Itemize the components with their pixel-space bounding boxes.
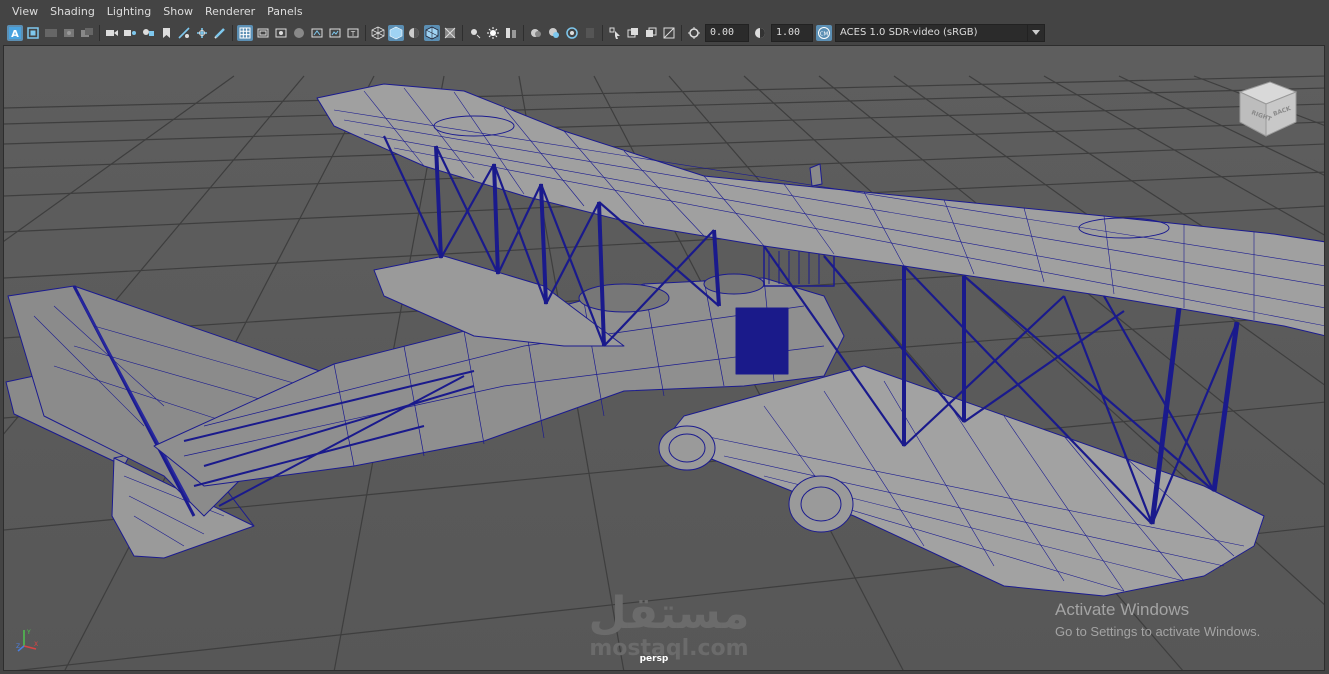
toolbar-separator (462, 25, 463, 41)
antialiasing-icon[interactable] (546, 25, 562, 41)
smooth-shade-icon[interactable] (388, 25, 404, 41)
x-axis-label: X (34, 641, 38, 648)
wireframe-on-shaded-icon[interactable] (424, 25, 440, 41)
pan-zoom-icon[interactable] (176, 25, 192, 41)
view-transform-value: ACES 1.0 SDR-video (sRGB) (840, 27, 978, 38)
svg-text:A: A (11, 29, 19, 40)
gate-mask-icon[interactable] (291, 25, 307, 41)
panel-menu-bar: View Shading Lighting Show Renderer Pane… (0, 0, 1329, 22)
grease-pencil-icon[interactable] (212, 25, 228, 41)
shadows-icon[interactable] (485, 25, 501, 41)
panel-toolbar: A T 0.00 1.00 CM ACES 1.0 SDR-video (sRG… (0, 22, 1329, 44)
camera-lock-icon[interactable] (140, 25, 156, 41)
wireframe-icon[interactable] (370, 25, 386, 41)
ambient-occlusion-icon[interactable] (503, 25, 519, 41)
gamma-icon[interactable] (752, 25, 768, 41)
exposure-icon[interactable] (686, 25, 702, 41)
menu-lighting[interactable]: Lighting (101, 0, 157, 22)
activate-windows-title: Activate Windows (1055, 600, 1190, 619)
2d-pan-icon[interactable] (79, 25, 95, 41)
toolbar-separator (602, 25, 603, 41)
propeller (809, 163, 823, 187)
color-management-icon[interactable]: CM (816, 25, 832, 41)
3d-viewport[interactable]: RIGHT BACK Y X Z persp مستقل mostaql.com… (3, 45, 1325, 671)
toolbar-separator (681, 25, 682, 41)
image-plane-icon[interactable] (61, 25, 77, 41)
track-icon[interactable] (194, 25, 210, 41)
view-transform-dropdown[interactable]: ACES 1.0 SDR-video (sRGB) (835, 24, 1045, 42)
xray-joints-icon[interactable] (625, 25, 641, 41)
grid-icon[interactable] (237, 25, 253, 41)
safe-action-icon[interactable] (327, 25, 343, 41)
svg-text:T: T (350, 30, 356, 38)
engine-panel (735, 307, 789, 375)
xray-active-icon[interactable] (643, 25, 659, 41)
select-camera-icon[interactable]: A (7, 25, 23, 41)
watermark-arabic-text: مستقل (588, 588, 750, 639)
xray-icon[interactable] (442, 25, 458, 41)
camera-view-icon[interactable] (122, 25, 138, 41)
watermark-latin-text: mostaql.com (589, 636, 749, 661)
toolbar-separator (365, 25, 366, 41)
motion-blur-icon[interactable] (528, 25, 544, 41)
toolbar-separator (99, 25, 100, 41)
svg-text:CM: CM (820, 31, 829, 37)
movie-camera-icon[interactable] (104, 25, 120, 41)
safe-title-icon[interactable]: T (345, 25, 361, 41)
default-material-icon[interactable] (406, 25, 422, 41)
y-axis-label: Y (26, 629, 31, 636)
activate-windows-subtitle: Go to Settings to activate Windows. (1055, 624, 1261, 639)
backface-culling-icon[interactable] (661, 25, 677, 41)
axis-gizmo: Y X Z (16, 629, 38, 652)
viewcube[interactable]: RIGHT BACK (1234, 74, 1300, 140)
use-all-lights-icon[interactable] (467, 25, 483, 41)
z-axis-label: Z (16, 643, 20, 650)
field-chart-icon[interactable] (309, 25, 325, 41)
menu-shading[interactable]: Shading (44, 0, 101, 22)
isolate-select-icon[interactable] (582, 25, 598, 41)
camera-attributes-icon[interactable] (25, 25, 41, 41)
viewport-scene[interactable] (4, 46, 1325, 671)
exposure-input[interactable]: 0.00 (705, 24, 749, 42)
bookmark-flag-icon[interactable] (158, 25, 174, 41)
gamma-input[interactable]: 1.00 (771, 24, 813, 42)
menu-panels[interactable]: Panels (261, 0, 308, 22)
resolution-gate-icon[interactable] (273, 25, 289, 41)
menu-view[interactable]: View (0, 0, 44, 22)
film-gate-icon[interactable] (255, 25, 271, 41)
toolbar-separator (523, 25, 524, 41)
select-mode-icon[interactable] (607, 25, 623, 41)
toolbar-separator (232, 25, 233, 41)
menu-renderer[interactable]: Renderer (199, 0, 261, 22)
maya-viewport-panel: View Shading Lighting Show Renderer Pane… (0, 0, 1329, 674)
menu-show[interactable]: Show (157, 0, 199, 22)
watermark-logo: مستقل mostaql.com (574, 586, 764, 664)
depth-of-field-icon[interactable] (564, 25, 580, 41)
chevron-down-icon[interactable] (1027, 25, 1044, 41)
bookmark-icon[interactable] (43, 25, 59, 41)
